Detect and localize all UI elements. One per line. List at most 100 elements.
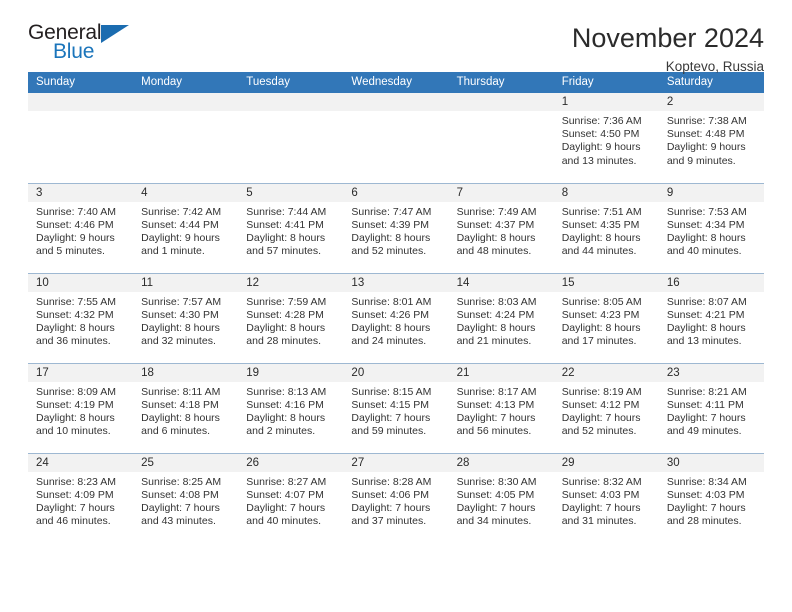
calendar-day-cell-empty[interactable] [448, 93, 554, 183]
sun-info-line-daylight-2: and 31 minutes. [561, 515, 637, 528]
calendar-day-cell[interactable]: 16 Sunrise: 8:07 AM Sunset: 4:21 PM Dayligh… [658, 272, 764, 363]
calendar-day-cell[interactable]: 19 Sunrise: 8:13 AM Sunset: 4:16 PM Dayligh… [238, 362, 344, 453]
sun-info-line-daylight-2: and 5 minutes. [36, 245, 105, 258]
sun-info-line-daylight-2: and 13 minutes. [666, 335, 742, 348]
day-number: 21 [448, 363, 554, 382]
calendar-day-cell[interactable]: 18 Sunrise: 8:11 AM Sunset: 4:18 PM Dayligh… [133, 362, 239, 453]
calendar-day-cell[interactable]: 12 Sunrise: 7:59 AM Sunset: 4:28 PM Dayligh… [238, 272, 344, 363]
calendar-day-cell[interactable]: 13 Sunrise: 8:01 AM Sunset: 4:26 PM Dayligh… [343, 272, 449, 363]
day-number: 1 [553, 93, 659, 111]
calendar-day-cell[interactable]: 3 Sunrise: 7:40 AM Sunset: 4:46 PM Daylight… [28, 182, 134, 273]
calendar-day-cell-empty[interactable] [28, 93, 134, 183]
day-sun-info: Sunrise: 8:11 AM Sunset: 4:18 PM Daylight:… [133, 382, 238, 439]
day-sun-info: Sunrise: 8:25 AM Sunset: 4:08 PM Daylight:… [133, 472, 238, 529]
calendar-day-cell[interactable]: 8 Sunrise: 7:51 AM Sunset: 4:35 PM Daylight… [553, 182, 659, 273]
calendar-day-cell[interactable]: 14 Sunrise: 8:03 AM Sunset: 4:24 PM Dayligh… [448, 272, 554, 363]
month-calendar-table: Sunday Monday Tuesday Wednesday Thursday… [28, 72, 764, 543]
sun-info-line-sunset: Sunset: 4:44 PM [141, 218, 219, 231]
calendar-day-cell[interactable]: 5 Sunrise: 7:44 AM Sunset: 4:41 PM Daylight… [238, 182, 344, 273]
sun-info-line-sunset: Sunset: 4:18 PM [141, 398, 219, 411]
day-sun-info: Sunrise: 7:59 AM Sunset: 4:28 PM Daylight:… [238, 292, 343, 349]
calendar-day-cell-empty[interactable] [238, 93, 344, 183]
calendar-day-cell[interactable]: 9 Sunrise: 7:53 AM Sunset: 4:34 PM Daylight… [658, 182, 764, 273]
calendar-day-cell[interactable]: 30 Sunrise: 8:34 AM Sunset: 4:03 PM Dayligh… [658, 452, 764, 543]
sun-info-line-daylight-1: Daylight: 8 hours [246, 411, 326, 424]
day-sun-info: Sunrise: 8:28 AM Sunset: 4:06 PM Daylight:… [343, 472, 448, 529]
brand-logo[interactable]: General Blue [28, 22, 146, 70]
sun-info-line-daylight-1: Daylight: 9 hours [141, 231, 220, 244]
calendar-day-cell[interactable]: 27 Sunrise: 8:28 AM Sunset: 4:06 PM Dayligh… [343, 452, 449, 543]
sun-info-line-sunset: Sunset: 4:26 PM [351, 308, 430, 321]
sun-info-line-daylight-2: and 46 minutes. [36, 515, 111, 528]
sun-info-line-daylight-1: Daylight: 8 hours [246, 321, 326, 334]
calendar-day-cell[interactable]: 11 Sunrise: 7:57 AM Sunset: 4:30 PM Dayligh… [133, 272, 239, 363]
sun-info-line-sunrise: Sunrise: 8:32 AM [561, 475, 642, 488]
sun-info-line-sunrise: Sunrise: 7:38 AM [666, 115, 747, 127]
sun-info-line-sunset: Sunset: 4:35 PM [561, 218, 640, 231]
sun-info-line-daylight-1: Daylight: 8 hours [561, 231, 641, 244]
sun-info-line-sunrise: Sunrise: 8:09 AM [36, 385, 116, 398]
sun-info-line-sunset: Sunset: 4:19 PM [36, 398, 114, 411]
page-title: November 2024 [571, 23, 764, 53]
calendar-day-cell[interactable]: 7 Sunrise: 7:49 AM Sunset: 4:37 PM Daylight… [448, 182, 554, 273]
day-number: 26 [238, 453, 344, 472]
calendar-day-cell[interactable]: 20 Sunrise: 8:15 AM Sunset: 4:15 PM Dayligh… [343, 362, 449, 453]
calendar-day-cell-empty[interactable] [133, 93, 239, 183]
weekday-header-thursday: Thursday [448, 72, 554, 93]
day-number: 28 [448, 453, 554, 472]
sun-info-line-daylight-1: Daylight: 9 hours [561, 141, 641, 154]
sun-info-line-daylight-2: and 28 minutes. [666, 515, 742, 528]
day-number [448, 93, 554, 111]
day-sun-info: Sunrise: 8:27 AM Sunset: 4:07 PM Daylight:… [238, 472, 343, 529]
sun-info-line-sunset: Sunset: 4:39 PM [351, 218, 430, 231]
calendar-day-cell[interactable]: 15 Sunrise: 8:05 AM Sunset: 4:23 PM Dayligh… [553, 272, 659, 363]
sun-info-line-sunset: Sunset: 4:08 PM [141, 488, 219, 501]
calendar-day-cell[interactable]: 26 Sunrise: 8:27 AM Sunset: 4:07 PM Dayligh… [238, 452, 344, 543]
day-number [133, 93, 239, 111]
sun-info-line-daylight-1: Daylight: 7 hours [666, 501, 746, 514]
day-sun-info: Sunrise: 7:42 AM Sunset: 4:44 PM Daylight:… [133, 202, 238, 259]
sun-info-line-sunrise: Sunrise: 8:01 AM [351, 295, 432, 308]
day-sun-info: Sunrise: 7:49 AM Sunset: 4:37 PM Daylight:… [449, 202, 554, 259]
sun-info-line-daylight-1: Daylight: 8 hours [351, 321, 431, 334]
sun-info-line-daylight-2: and 49 minutes. [666, 425, 742, 438]
day-sun-info: Sunrise: 7:44 AM Sunset: 4:41 PM Daylight:… [238, 202, 343, 259]
calendar-day-cell[interactable]: 28 Sunrise: 8:30 AM Sunset: 4:05 PM Dayligh… [448, 452, 554, 543]
day-number: 10 [28, 273, 134, 292]
sun-info-line-daylight-1: Daylight: 8 hours [351, 231, 431, 244]
day-number: 13 [343, 273, 449, 292]
calendar-day-cell[interactable]: 2 Sunrise: 7:38 AM Sunset: 4:48 PM Daylight… [658, 93, 764, 183]
sun-info-line-daylight-1: Daylight: 7 hours [456, 411, 536, 424]
day-number: 18 [133, 363, 239, 382]
calendar-day-cell[interactable]: 1 Sunrise: 7:36 AM Sunset: 4:50 PM Daylight… [553, 93, 659, 183]
calendar-day-cell[interactable]: 23 Sunrise: 8:21 AM Sunset: 4:11 PM Dayligh… [658, 362, 764, 453]
sun-info-line-sunset: Sunset: 4:05 PM [456, 488, 535, 501]
day-number: 23 [658, 363, 764, 382]
calendar-day-cell[interactable]: 24 Sunrise: 8:23 AM Sunset: 4:09 PM Dayligh… [28, 452, 134, 543]
calendar-day-cell[interactable]: 10 Sunrise: 7:55 AM Sunset: 4:32 PM Dayligh… [28, 272, 134, 363]
day-number: 7 [448, 183, 554, 202]
sun-info-line-sunrise: Sunrise: 8:13 AM [246, 385, 327, 398]
calendar-day-cell[interactable]: 22 Sunrise: 8:19 AM Sunset: 4:12 PM Dayligh… [553, 362, 659, 453]
calendar-day-cell-empty[interactable] [343, 93, 449, 183]
calendar-day-cell[interactable]: 29 Sunrise: 8:32 AM Sunset: 4:03 PM Dayligh… [553, 452, 659, 543]
sun-info-line-sunset: Sunset: 4:12 PM [561, 398, 640, 411]
sun-info-line-sunrise: Sunrise: 8:23 AM [36, 475, 116, 488]
sun-info-line-daylight-2: and 40 minutes. [666, 245, 742, 258]
day-number: 4 [133, 183, 239, 202]
calendar-day-cell[interactable]: 17 Sunrise: 8:09 AM Sunset: 4:19 PM Dayligh… [28, 362, 134, 453]
day-number: 15 [553, 273, 659, 292]
calendar-week-row: 3 Sunrise: 7:40 AM Sunset: 4:46 PM Daylight… [28, 182, 764, 273]
calendar-day-cell[interactable]: 25 Sunrise: 8:25 AM Sunset: 4:08 PM Dayligh… [133, 452, 239, 543]
calendar-day-cell[interactable]: 6 Sunrise: 7:47 AM Sunset: 4:39 PM Daylight… [343, 182, 449, 273]
day-number: 24 [28, 453, 134, 472]
sun-info-line-sunrise: Sunrise: 7:59 AM [246, 295, 327, 308]
sun-info-line-daylight-2: and 48 minutes. [456, 245, 532, 258]
sun-info-line-daylight-2: and 34 minutes. [456, 515, 532, 528]
calendar-day-cell[interactable]: 4 Sunrise: 7:42 AM Sunset: 4:44 PM Daylight… [133, 182, 239, 273]
sun-info-line-daylight-2: and 37 minutes. [351, 515, 427, 528]
day-sun-info: Sunrise: 8:23 AM Sunset: 4:09 PM Daylight:… [28, 472, 133, 529]
sun-info-line-sunset: Sunset: 4:46 PM [36, 218, 114, 231]
calendar-day-cell[interactable]: 21 Sunrise: 8:17 AM Sunset: 4:13 PM Dayligh… [448, 362, 554, 453]
sun-info-line-daylight-1: Daylight: 7 hours [666, 411, 746, 424]
